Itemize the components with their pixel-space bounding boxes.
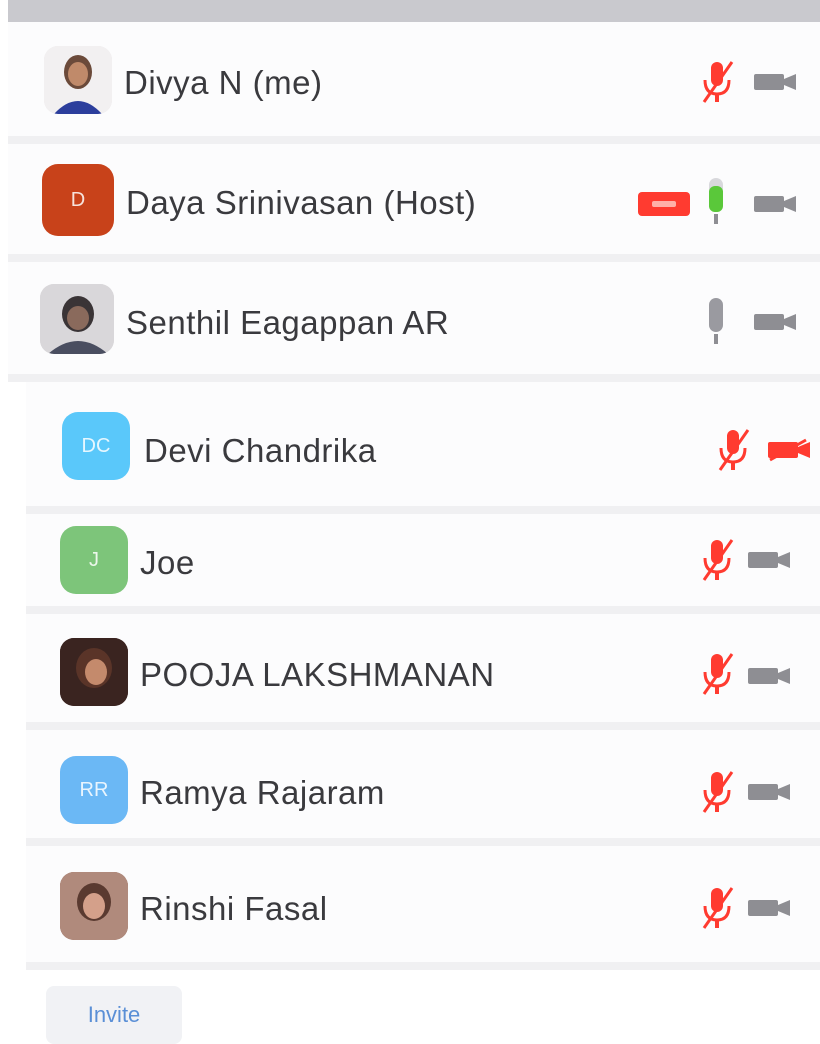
participant-row[interactable]: POOJA LAKSHMANAN — [26, 614, 820, 730]
camera-icon[interactable] — [746, 550, 794, 575]
participant-row[interactable]: Divya N (me) — [8, 22, 820, 144]
mic-muted-icon[interactable] — [698, 536, 738, 589]
avatar-initials: RR — [79, 778, 109, 801]
participant-name: Joe — [140, 544, 195, 581]
mic-icon[interactable] — [702, 296, 732, 353]
mic-muted-icon[interactable] — [698, 884, 738, 937]
participant-name: Daya Srinivasan (Host) — [126, 184, 477, 221]
mic-muted-icon[interactable] — [698, 768, 738, 821]
mic-muted-icon[interactable] — [714, 426, 754, 479]
camera-icon[interactable] — [752, 72, 800, 97]
camera-icon[interactable] — [746, 666, 794, 691]
participant-name: POOJA LAKSHMANAN — [140, 656, 495, 693]
avatar: DC — [62, 412, 130, 480]
invite-button[interactable]: Invite — [46, 986, 182, 1044]
camera-icon[interactable] — [746, 898, 794, 923]
avatar — [44, 46, 112, 114]
participant-row[interactable]: D Daya Srinivasan (Host) — [8, 144, 820, 262]
mic-muted-icon[interactable] — [698, 650, 738, 703]
participant-name: Senthil Eagappan AR — [126, 304, 450, 341]
avatar-initials: DC — [81, 434, 111, 457]
avatar: J — [60, 526, 128, 594]
participant-row[interactable]: DC Devi Chandrika — [26, 382, 820, 514]
avatar-photo-icon — [60, 872, 128, 940]
participant-row[interactable]: Senthil Eagappan AR — [8, 262, 820, 382]
avatar-photo-icon — [40, 284, 114, 354]
camera-muted-icon[interactable] — [766, 438, 814, 467]
participant-row[interactable]: Rinshi Fasal — [26, 846, 820, 962]
avatar — [60, 872, 128, 940]
participant-row[interactable]: RR Ramya Rajaram — [26, 730, 820, 846]
avatar-initials: J — [89, 548, 99, 571]
participant-name: Rinshi Fasal — [140, 890, 328, 927]
closed-caption-icon[interactable] — [638, 192, 690, 221]
avatar: RR — [60, 756, 128, 824]
participant-name: Divya N (me) — [124, 64, 323, 101]
avatar-photo-icon — [44, 46, 112, 114]
camera-icon[interactable] — [752, 312, 800, 337]
top-divider — [8, 0, 820, 22]
avatar-initials: D — [70, 188, 86, 211]
avatar-photo-icon — [60, 638, 128, 706]
participant-name: Devi Chandrika — [144, 432, 377, 469]
participant-name: Ramya Rajaram — [140, 774, 385, 811]
mic-muted-icon[interactable] — [698, 58, 738, 111]
list-bottom-divider — [26, 962, 820, 970]
camera-icon[interactable] — [752, 194, 800, 219]
camera-icon[interactable] — [746, 782, 794, 807]
avatar — [40, 284, 114, 354]
mic-speaking-icon[interactable] — [702, 176, 732, 233]
avatar — [60, 638, 128, 706]
participant-row[interactable]: J Joe — [26, 514, 820, 614]
avatar: D — [42, 164, 114, 236]
